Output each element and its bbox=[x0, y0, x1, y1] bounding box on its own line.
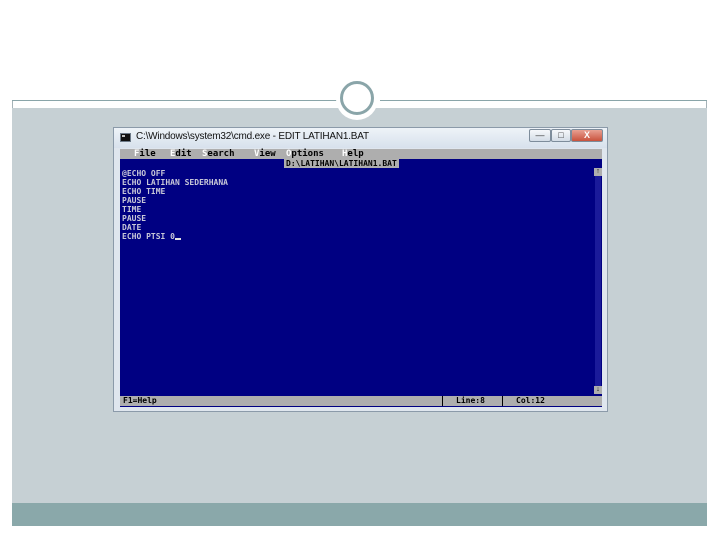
cmd-icon[interactable] bbox=[120, 133, 131, 142]
status-divider bbox=[502, 396, 503, 406]
vertical-scrollbar[interactable]: ↑ ↓ bbox=[594, 168, 602, 394]
menu-help-label: elp bbox=[347, 149, 364, 159]
menu-options[interactable]: Options bbox=[286, 149, 324, 159]
scroll-track[interactable] bbox=[595, 176, 601, 386]
code-line-current: ECHO PTSI 0 bbox=[122, 232, 181, 241]
maximize-icon: □ bbox=[558, 130, 564, 140]
menu-edit-label: dit bbox=[175, 149, 192, 159]
window-title: C:\Windows\system32\cmd.exe - EDIT LATIH… bbox=[136, 131, 369, 142]
status-bar: F1=Help Line:8 Col:12 bbox=[120, 396, 602, 406]
menu-file[interactable]: File bbox=[134, 149, 156, 159]
minimize-icon: — bbox=[535, 130, 545, 140]
divider-right bbox=[380, 100, 707, 101]
code-line: TIME bbox=[122, 205, 142, 214]
title-bar[interactable]: C:\Windows\system32\cmd.exe - EDIT LATIH… bbox=[114, 128, 607, 148]
status-help: F1=Help bbox=[123, 396, 157, 405]
file-path-bar: D:\LATIHAN\LATIHAN1.BAT bbox=[120, 159, 602, 168]
scroll-up-icon[interactable]: ↑ bbox=[594, 168, 602, 176]
cmd-window: C:\Windows\system32\cmd.exe - EDIT LATIH… bbox=[113, 127, 608, 412]
console-client-area: File Edit Search View Options Help D:\LA… bbox=[120, 149, 602, 407]
menu-search-label: earch bbox=[207, 149, 235, 159]
menu-view[interactable]: View bbox=[254, 149, 276, 159]
maximize-button[interactable]: □ bbox=[551, 129, 571, 142]
code-line: PAUSE bbox=[122, 196, 147, 205]
scroll-down-icon[interactable]: ↓ bbox=[594, 386, 602, 394]
close-button[interactable]: X bbox=[571, 129, 603, 142]
code-line: @ECHO OFF bbox=[122, 169, 166, 178]
menu-view-label: iew bbox=[259, 149, 276, 159]
editor-area[interactable]: @ECHO OFF ECHO LATIHAN SEDERHANA ECHO TI… bbox=[120, 168, 594, 394]
code-line: DATE bbox=[122, 223, 142, 232]
menu-file-label: ile bbox=[139, 149, 156, 159]
code-line: ECHO LATIHAN SEDERHANA bbox=[122, 178, 228, 187]
ring-ornament-icon bbox=[340, 81, 374, 115]
status-line: Line:8 bbox=[456, 396, 485, 405]
code-line-text: ECHO PTSI 0 bbox=[122, 232, 175, 241]
menu-bar: File Edit Search View Options Help bbox=[120, 149, 602, 159]
minimize-button[interactable]: — bbox=[529, 129, 551, 142]
code-line: PAUSE bbox=[122, 214, 147, 223]
status-divider bbox=[442, 396, 443, 406]
slide-footer-band bbox=[12, 503, 707, 526]
divider-left bbox=[12, 100, 340, 101]
text-cursor bbox=[174, 238, 181, 240]
file-path: D:\LATIHAN\LATIHAN1.BAT bbox=[284, 159, 399, 168]
code-line: ECHO TIME bbox=[122, 187, 166, 196]
menu-edit[interactable]: Edit bbox=[170, 149, 192, 159]
menu-search[interactable]: Search bbox=[202, 149, 235, 159]
menu-help[interactable]: Help bbox=[342, 149, 364, 159]
status-col: Col:12 bbox=[516, 396, 545, 405]
close-icon: X bbox=[583, 130, 590, 140]
menu-options-label: ptions bbox=[291, 149, 324, 159]
